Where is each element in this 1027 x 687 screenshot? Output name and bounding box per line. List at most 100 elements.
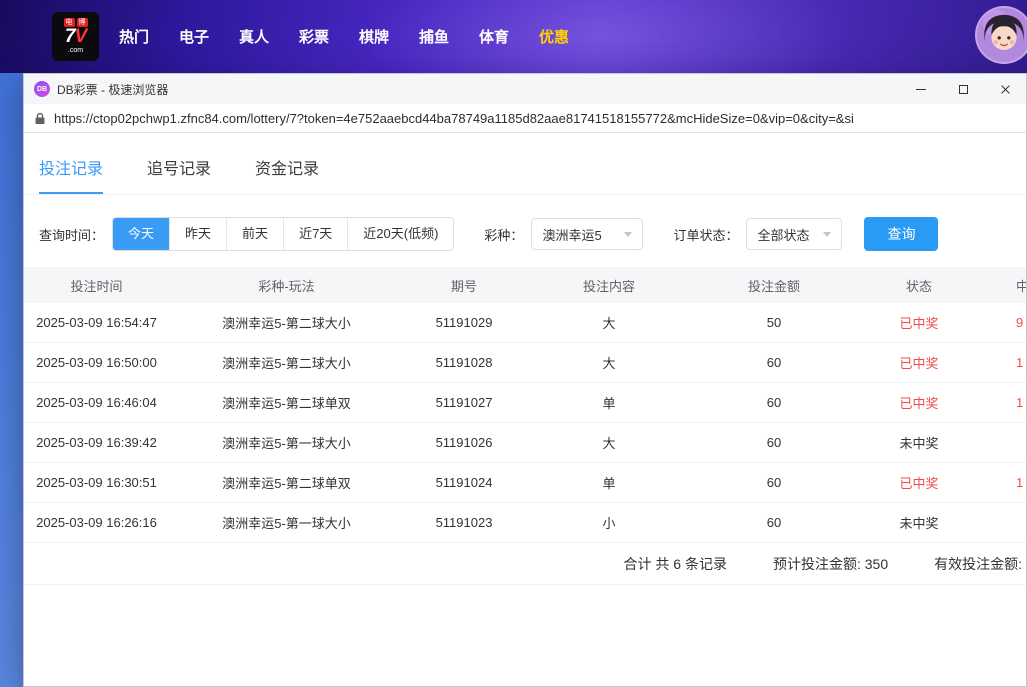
bet-content: 小: [524, 513, 694, 532]
prize-amount: 9: [984, 315, 1026, 330]
header-bet-amount: 投注金额: [694, 276, 854, 295]
top-nav-menu: 热门 电子 真人 彩票 棋牌 捕鱼 体育 优惠: [104, 0, 584, 73]
header-game-type: 彩种-玩法: [169, 276, 404, 295]
nav-item-cards[interactable]: 棋牌: [344, 26, 404, 47]
game-type: 澳洲幸运5-第二球单双: [169, 473, 404, 492]
summary-valid-amount: 有效投注金额:: [934, 554, 1022, 574]
time-option-today[interactable]: 今天: [113, 218, 170, 250]
bet-time: 2025-03-09 16:39:42: [24, 435, 169, 450]
window-titlebar[interactable]: DB DB彩票 - 极速浏览器: [24, 74, 1026, 104]
bet-amount: 60: [694, 395, 854, 410]
app-icon: DB: [34, 81, 50, 97]
prize-amount: 1: [984, 355, 1026, 370]
bet-time: 2025-03-09 16:50:00: [24, 355, 169, 370]
table-row: 2025-03-09 16:39:42 澳洲幸运5-第一球大小 51191026…: [24, 423, 1026, 463]
lock-icon: [34, 112, 46, 125]
game-type: 澳洲幸运5-第一球大小: [169, 513, 404, 532]
close-icon: [1000, 84, 1011, 95]
brand-logo[interactable]: 电 博 7V .com: [52, 12, 99, 61]
maximize-icon: [959, 85, 968, 94]
game-type: 澳洲幸运5-第二球单双: [169, 393, 404, 412]
avatar-illustration: [977, 8, 1027, 62]
bet-content: 大: [524, 313, 694, 332]
game-type: 澳洲幸运5-第一球大小: [169, 433, 404, 452]
filter-bar: 查询时间： 今天 昨天 前天 近7天 近20天(低频) 彩种： 澳洲幸运5 订单…: [39, 217, 1011, 251]
header-bet-time: 投注时间: [24, 276, 169, 295]
bet-time: 2025-03-09 16:26:16: [24, 515, 169, 530]
issue-number: 51191029: [404, 315, 524, 330]
time-filter-label: 查询时间：: [39, 225, 104, 244]
nav-item-lottery[interactable]: 彩票: [284, 26, 344, 47]
search-button[interactable]: 查询: [864, 217, 938, 251]
time-option-7days[interactable]: 近7天: [284, 218, 348, 250]
chevron-down-icon: [624, 232, 632, 237]
nav-item-promo[interactable]: 优惠: [524, 26, 584, 47]
header-issue: 期号: [404, 276, 524, 295]
maximize-button[interactable]: [942, 74, 984, 104]
chevron-down-icon: [823, 232, 831, 237]
header-bet-content: 投注内容: [524, 276, 694, 295]
nav-item-slots[interactable]: 电子: [164, 26, 224, 47]
table-header: 投注时间 彩种-玩法 期号 投注内容 投注金额 状态 中奖金额: [24, 267, 1026, 303]
nav-item-fishing[interactable]: 捕鱼: [404, 26, 464, 47]
order-status-select[interactable]: 全部状态: [746, 218, 842, 250]
table-row: 2025-03-09 16:54:47 澳洲幸运5-第二球大小 51191029…: [24, 303, 1026, 343]
order-status-label: 订单状态：: [673, 225, 738, 244]
bet-time: 2025-03-09 16:46:04: [24, 395, 169, 410]
status-badge: 已中奖: [854, 473, 984, 492]
summary-total-records: 合计 共 6 条记录: [624, 554, 727, 574]
summary-expected-amount: 预计投注金额: 350: [773, 554, 888, 574]
url-text: https://ctop02pchwp1.zfnc84.com/lottery/…: [54, 111, 854, 126]
casino-top-nav: 电 博 7V .com 热门 电子 真人 彩票 棋牌 捕鱼 体育 优惠: [0, 0, 1027, 73]
tab-fund-records[interactable]: 资金记录: [255, 155, 319, 194]
bet-content: 单: [524, 473, 694, 492]
nav-item-hot[interactable]: 热门: [104, 26, 164, 47]
logo-main-text: 7V: [65, 27, 86, 47]
table-row: 2025-03-09 16:26:16 澳洲幸运5-第一球大小 51191023…: [24, 503, 1026, 543]
issue-number: 51191026: [404, 435, 524, 450]
header-status: 状态: [854, 276, 984, 295]
issue-number: 51191024: [404, 475, 524, 490]
status-selected-value: 全部状态: [757, 225, 809, 244]
bet-content: 大: [524, 353, 694, 372]
bet-amount: 60: [694, 475, 854, 490]
bet-time: 2025-03-09 16:30:51: [24, 475, 169, 490]
table-row: 2025-03-09 16:30:51 澳洲幸运5-第二球单双 51191024…: [24, 463, 1026, 503]
tab-chase-records[interactable]: 追号记录: [147, 155, 211, 194]
lottery-select[interactable]: 澳洲幸运5: [531, 218, 643, 250]
minimize-icon: [916, 89, 926, 90]
time-option-20days[interactable]: 近20天(低频): [348, 218, 453, 250]
time-option-yesterday[interactable]: 昨天: [170, 218, 227, 250]
address-bar[interactable]: https://ctop02pchwp1.zfnc84.com/lottery/…: [24, 104, 1026, 133]
avatar[interactable]: [975, 6, 1027, 64]
status-badge: 已中奖: [854, 353, 984, 372]
status-badge: 已中奖: [854, 313, 984, 332]
issue-number: 51191023: [404, 515, 524, 530]
header-prize: 中奖金额: [984, 276, 1026, 295]
issue-number: 51191027: [404, 395, 524, 410]
status-badge: 未中奖: [854, 433, 984, 452]
minimize-button[interactable]: [900, 74, 942, 104]
table-row: 2025-03-09 16:46:04 澳洲幸运5-第二球单双 51191027…: [24, 383, 1026, 423]
nav-item-sports[interactable]: 体育: [464, 26, 524, 47]
bet-time: 2025-03-09 16:54:47: [24, 315, 169, 330]
bet-amount: 60: [694, 515, 854, 530]
bet-content: 单: [524, 393, 694, 412]
bet-content: 大: [524, 433, 694, 452]
record-tabs: 投注记录 追号记录 资金记录: [24, 133, 1026, 195]
status-badge: 已中奖: [854, 393, 984, 412]
status-badge: 未中奖: [854, 513, 984, 532]
logo-suffix: .com: [68, 47, 83, 55]
bet-amount: 60: [694, 355, 854, 370]
game-type: 澳洲幸运5-第二球大小: [169, 353, 404, 372]
issue-number: 51191028: [404, 355, 524, 370]
window-controls: [900, 74, 1026, 104]
time-option-day-before[interactable]: 前天: [227, 218, 284, 250]
tab-bet-records[interactable]: 投注记录: [39, 155, 103, 194]
nav-item-live[interactable]: 真人: [224, 26, 284, 47]
summary-row: 合计 共 6 条记录 预计投注金额: 350 有效投注金额:: [24, 543, 1026, 585]
prize-amount: 1: [984, 475, 1026, 490]
desktop-background: 电 博 7V .com 热门 电子 真人 彩票 棋牌 捕鱼 体育 优惠: [0, 0, 1027, 687]
lottery-filter-label: 彩种：: [484, 225, 523, 244]
close-button[interactable]: [984, 74, 1026, 104]
